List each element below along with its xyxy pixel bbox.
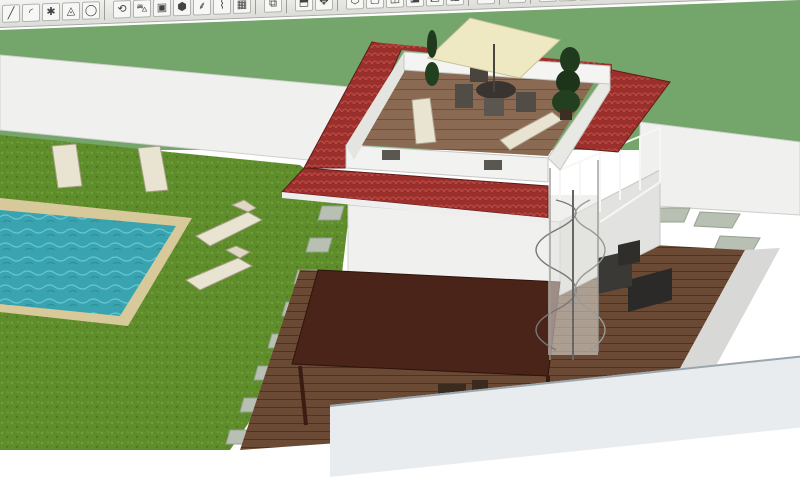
layers-icon: ⧉ [269,0,277,9]
push-pull-tool-button[interactable]: ⬒ [295,0,313,11]
freehand-icon: ✱ [46,6,55,17]
shape-tool-button[interactable]: ◬ [62,1,80,20]
arc-icon: ◜ [29,7,33,18]
line-tool-button[interactable]: ╱ [2,4,20,23]
arc-tool-button[interactable]: ◜ [22,3,40,22]
iso-view-icon: ⬡ [350,0,360,6]
grass-icon: ⸙ [198,0,206,11]
back-view-icon: ◩ [430,0,440,2]
brush-tool-button[interactable]: ⌇ [213,0,231,14]
cube-tool-button[interactable]: ⬢ [173,0,191,16]
toolbar-separator [468,0,473,6]
freehand-tool-button[interactable]: ✱ [42,2,60,21]
left-view-button[interactable]: ◨ [446,0,464,5]
box-tool-button[interactable]: ▣ [153,0,171,17]
cube-icon: ⬢ [177,1,187,12]
orbit-tool-button[interactable]: ⟲ [113,0,131,18]
brush-icon: ⌇ [219,0,224,11]
toolbar-separator [499,0,504,4]
box-icon: ▣ [157,2,167,13]
move-icon: ✥ [319,0,328,7]
toolbar-separator [255,0,260,14]
move-tool-button[interactable]: ✥ [315,0,333,10]
right-view-button[interactable]: ◪ [406,0,424,7]
push-pull-icon: ⬒ [299,0,309,8]
top-view-icon: ▢ [370,0,380,5]
toolbar-separator [104,0,109,20]
toolbar-separator [530,0,535,3]
pergola[interactable] [292,270,560,376]
paint-tool-button[interactable]: ◆ [539,0,557,2]
front-view-button[interactable]: ◫ [386,0,404,8]
circle-icon: ◯ [85,4,97,15]
car-tool-button[interactable]: ⛍ [133,0,151,17]
right-view-icon: ◪ [410,0,420,3]
toolbar-separator [286,0,291,13]
line-icon: ╱ [8,7,15,18]
grid-icon: ▦ [237,0,247,10]
back-view-button[interactable]: ◩ [426,0,444,6]
components-tool-button[interactable]: ⬙ [477,0,495,4]
orbit-icon: ⟲ [117,3,126,14]
top-view-button[interactable]: ▢ [366,0,384,8]
front-view-icon: ◫ [390,0,400,4]
circle-tool-button[interactable]: ◯ [82,1,100,20]
grass-tool-button[interactable]: ⸙ [193,0,211,15]
styles-tool-button[interactable]: ◭ [508,0,526,3]
toolbar-separator [337,0,342,11]
grid-tool-button[interactable]: ▦ [233,0,251,14]
layers-tool-button[interactable]: ⧉ [264,0,282,12]
materials-tool-button[interactable]: ◈ [559,0,577,1]
iso-view-button[interactable]: ⬡ [346,0,364,9]
car-icon: ⛍ [136,2,147,13]
triangle-icon: ◬ [67,5,75,16]
left-view-icon: ◨ [450,0,460,2]
